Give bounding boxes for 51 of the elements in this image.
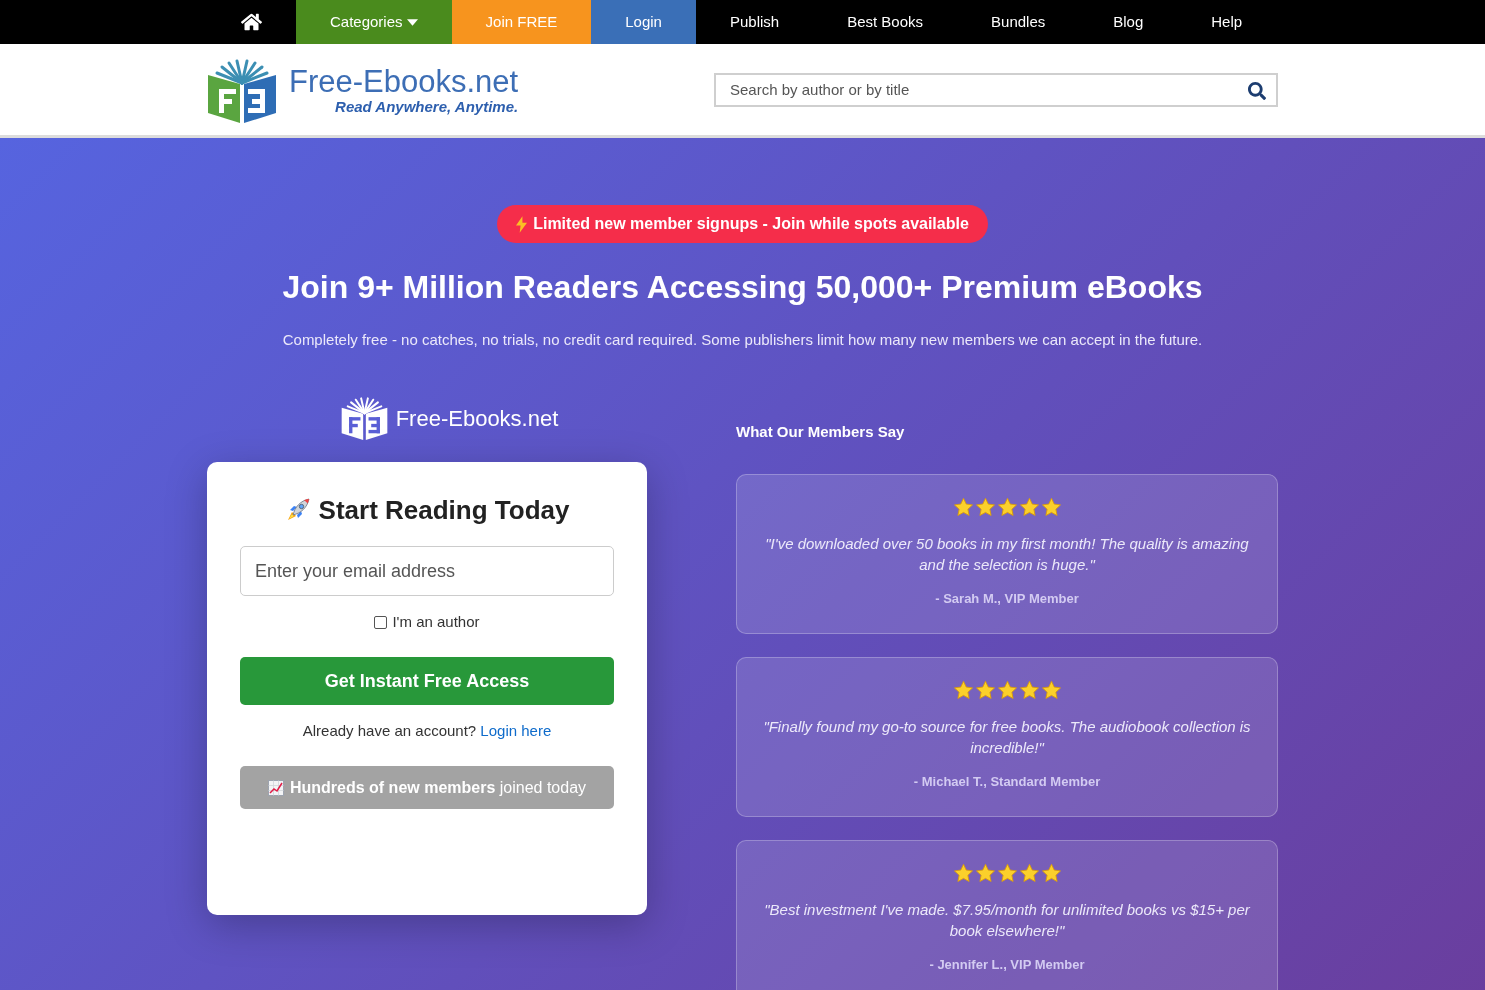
- chart-icon: [267, 779, 284, 796]
- author-checkbox-label[interactable]: I'm an author: [392, 610, 480, 634]
- nav-link[interactable]: Login: [591, 0, 696, 44]
- testimonial-quote: "Finally found my go-to source for free books. The audiobook collection is incredible!": [762, 717, 1252, 758]
- nav-link[interactable]: Publish: [695, 0, 814, 44]
- nav-link[interactable]: Blog: [1079, 0, 1178, 44]
- testimonial-author: - Michael T., Standard Member: [913, 774, 1101, 790]
- home-icon: [241, 12, 262, 32]
- testimonial-quote: "I've downloaded over 50 books in my first month! The quality is amazing and the selection is huge.": [764, 534, 1250, 575]
- get-access-button[interactable]: Get Instant Free Access: [240, 657, 614, 705]
- book-logo-icon: [207, 58, 277, 123]
- star-icon: [974, 679, 996, 701]
- search-field[interactable]: Search by author or by title: [714, 72, 1278, 107]
- testimonial-quote: "Best investment I've made. $7.95/month for unlimited books vs $15+ per book elsewhere!": [763, 900, 1251, 941]
- logo-wordmark: Free-Ebooks.net: [289, 65, 519, 98]
- nav-link[interactable]: Best Books: [813, 0, 958, 44]
- login-link[interactable]: Login here: [480, 722, 552, 739]
- email-field[interactable]: Enter your email address: [240, 546, 614, 596]
- star-icon: [952, 862, 974, 884]
- star-icon: [974, 862, 996, 884]
- caret-down-icon: [406, 18, 418, 26]
- nav-link[interactable]: Help: [1177, 0, 1277, 44]
- star-icon: [1040, 862, 1062, 884]
- social-proof-text: Hundreds of new members joined today: [289, 777, 587, 798]
- author-checkbox[interactable]: [374, 615, 388, 629]
- logo-wordmark: Free-Ebooks.net: [395, 405, 559, 433]
- lightning-bolt-icon: [516, 215, 528, 233]
- star-icon: [952, 679, 974, 701]
- testimonials-heading: What Our Members Say: [736, 423, 906, 441]
- announcement-text: Limited new member signups - Join while spots available: [533, 214, 969, 234]
- login-prompt: Already have an account?: [302, 722, 477, 739]
- signup-title: Start Reading Today: [318, 493, 570, 527]
- testimonial-author: - Jennifer L., VIP Member: [929, 957, 1085, 973]
- star-icon: [974, 496, 996, 518]
- star-icon: [1018, 679, 1040, 701]
- star-icon: [1018, 862, 1040, 884]
- star-icon: [1040, 496, 1062, 518]
- star-icon: [1018, 496, 1040, 518]
- testimonial-author: - Sarah M., VIP Member: [935, 591, 1079, 607]
- star-icon: [996, 496, 1018, 518]
- page-heading: Join 9+ Million Readers Accessing 50,000+ Premium eBooks: [282, 268, 1203, 307]
- nav-link[interactable]: Bundles: [957, 0, 1080, 44]
- search-icon[interactable]: [1248, 81, 1266, 100]
- star-icon: [996, 679, 1018, 701]
- star-icon: [1040, 679, 1062, 701]
- logo-tagline: Read Anywhere, Anytime.: [335, 97, 519, 116]
- page-subtitle: Completely free - no catches, no trials, no credit card required. Some publishers limit how many new members we can accept in the future.: [282, 331, 1203, 349]
- categories-menu[interactable]: Categories: [296, 0, 452, 44]
- star-icon: [952, 496, 974, 518]
- star-icon: [996, 862, 1018, 884]
- book-logo-icon: [340, 397, 388, 440]
